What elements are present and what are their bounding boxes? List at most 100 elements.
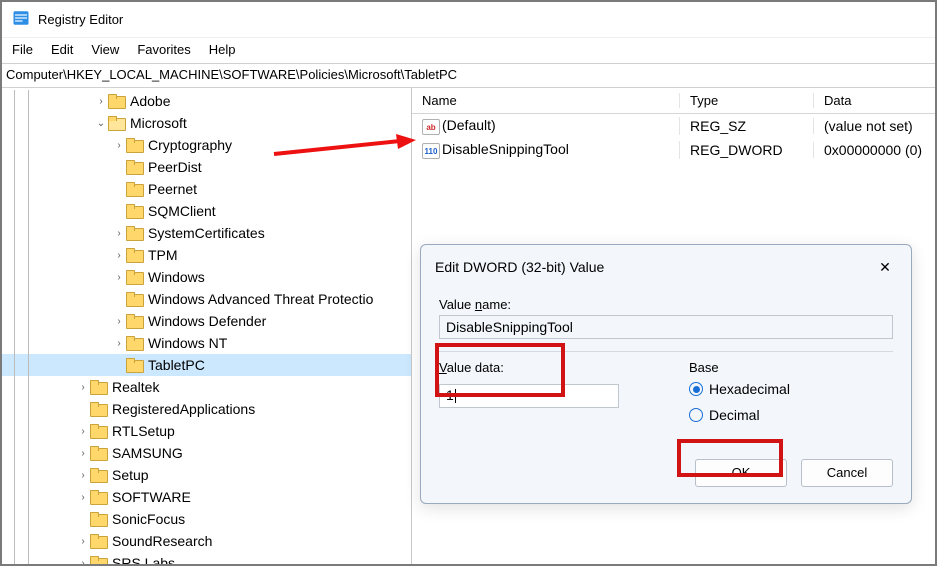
col-header-name[interactable]: Name bbox=[412, 93, 680, 108]
folder-icon bbox=[126, 204, 144, 218]
tree-item[interactable]: › SAMSUNG bbox=[2, 442, 411, 464]
tree-item[interactable]: ›Windows bbox=[2, 266, 411, 288]
tree-item-label: TPM bbox=[148, 247, 178, 263]
tree-item[interactable]: ⌄Microsoft bbox=[2, 112, 411, 134]
folder-icon bbox=[90, 512, 108, 526]
tree-item[interactable]: ›SRS Labs bbox=[2, 552, 411, 564]
folder-icon bbox=[126, 182, 144, 196]
folder-icon bbox=[90, 424, 108, 438]
titlebar: Registry Editor bbox=[2, 2, 935, 38]
radio-hexadecimal[interactable]: Hexadecimal bbox=[689, 381, 893, 397]
value-name-label: Value name: bbox=[439, 297, 893, 312]
tree-item-label: PeerDist bbox=[148, 159, 202, 175]
tree-item-label: Adobe bbox=[130, 93, 170, 109]
col-header-data[interactable]: Data bbox=[814, 93, 935, 108]
chevron-right-icon[interactable]: › bbox=[112, 272, 126, 283]
chevron-right-icon[interactable]: › bbox=[76, 448, 90, 459]
tree-item[interactable]: TabletPC bbox=[2, 354, 411, 376]
folder-icon bbox=[126, 160, 144, 174]
value-name-field[interactable] bbox=[439, 315, 893, 339]
tree-item-label: Realtek bbox=[112, 379, 159, 395]
col-header-type[interactable]: Type bbox=[680, 93, 814, 108]
value-data: 0x00000000 (0) bbox=[814, 142, 935, 158]
tree-item[interactable]: RegisteredApplications bbox=[2, 398, 411, 420]
folder-icon bbox=[90, 534, 108, 548]
tree-item-label: RegisteredApplications bbox=[112, 401, 255, 417]
chevron-down-icon[interactable]: ⌄ bbox=[94, 118, 108, 129]
addressbar[interactable]: Computer\HKEY_LOCAL_MACHINE\SOFTWARE\Pol… bbox=[2, 63, 935, 88]
folder-icon bbox=[90, 490, 108, 504]
tree-pane[interactable]: › Adobe ⌄Microsoft›Cryptography PeerDist Pee… bbox=[2, 88, 412, 564]
tree-item[interactable]: › Windows Defender bbox=[2, 310, 411, 332]
tree-item-label: SAMSUNG bbox=[112, 445, 183, 461]
addressbar-path: Computer\HKEY_LOCAL_MACHINE\SOFTWARE\Pol… bbox=[6, 67, 457, 82]
value-data-field[interactable]: 1 bbox=[439, 384, 619, 408]
chevron-right-icon[interactable]: › bbox=[112, 250, 126, 261]
edit-dword-dialog: Edit DWORD (32-bit) Value ✕ Value name: … bbox=[420, 244, 912, 504]
tree-item-label: RTLSetup bbox=[112, 423, 175, 439]
chevron-right-icon[interactable]: › bbox=[76, 558, 90, 565]
dword-value-icon: 110 bbox=[422, 143, 440, 159]
folder-icon bbox=[90, 402, 108, 416]
menu-help[interactable]: Help bbox=[209, 42, 236, 57]
tree-item-label: Setup bbox=[112, 467, 149, 483]
tree-item-label: Peernet bbox=[148, 181, 197, 197]
close-icon[interactable]: ✕ bbox=[873, 255, 897, 279]
folder-icon bbox=[90, 556, 108, 564]
tree-item[interactable]: ›Windows NT bbox=[2, 332, 411, 354]
dialog-title: Edit DWORD (32-bit) Value bbox=[435, 259, 604, 275]
tree-item[interactable]: SonicFocus bbox=[2, 508, 411, 530]
value-name: DisableSnippingTool bbox=[442, 141, 569, 157]
chevron-right-icon[interactable]: › bbox=[76, 426, 90, 437]
tree-item[interactable]: › SOFTWARE bbox=[2, 486, 411, 508]
tree-item-label: TabletPC bbox=[148, 357, 205, 373]
tree-item[interactable]: ›Cryptography bbox=[2, 134, 411, 156]
folder-icon bbox=[108, 94, 126, 108]
chevron-right-icon[interactable]: › bbox=[112, 228, 126, 239]
tree-item[interactable]: SQMClient bbox=[2, 200, 411, 222]
chevron-right-icon[interactable]: › bbox=[112, 316, 126, 327]
folder-icon bbox=[126, 226, 144, 240]
folder-icon bbox=[126, 314, 144, 328]
tree-item[interactable]: PeerDist bbox=[2, 156, 411, 178]
folder-icon bbox=[126, 138, 144, 152]
tree-item-label: SystemCertificates bbox=[148, 225, 265, 241]
menu-edit[interactable]: Edit bbox=[51, 42, 73, 57]
cancel-button[interactable]: Cancel bbox=[801, 459, 893, 487]
tree-item[interactable]: › Realtek bbox=[2, 376, 411, 398]
tree-item[interactable]: Peernet bbox=[2, 178, 411, 200]
chevron-right-icon[interactable]: › bbox=[76, 536, 90, 547]
menu-file[interactable]: File bbox=[12, 42, 33, 57]
chevron-right-icon[interactable]: › bbox=[94, 96, 108, 107]
folder-icon bbox=[126, 336, 144, 350]
chevron-right-icon[interactable]: › bbox=[76, 382, 90, 393]
tree-item[interactable]: › SystemCertificates bbox=[2, 222, 411, 244]
folder-icon bbox=[126, 270, 144, 284]
list-header: Name Type Data bbox=[412, 88, 935, 114]
value-row[interactable]: 110DisableSnippingToolREG_DWORD0x0000000… bbox=[412, 138, 935, 162]
folder-icon bbox=[108, 116, 126, 130]
tree-item[interactable]: › TPM bbox=[2, 244, 411, 266]
folder-icon bbox=[90, 468, 108, 482]
chevron-right-icon[interactable]: › bbox=[76, 492, 90, 503]
chevron-right-icon[interactable]: › bbox=[76, 470, 90, 481]
chevron-right-icon[interactable]: › bbox=[112, 140, 126, 151]
value-type: REG_SZ bbox=[680, 118, 814, 134]
menu-view[interactable]: View bbox=[91, 42, 119, 57]
tree-item[interactable]: › Setup bbox=[2, 464, 411, 486]
tree-item[interactable]: Windows Advanced Threat Protectio bbox=[2, 288, 411, 310]
chevron-right-icon[interactable]: › bbox=[112, 338, 126, 349]
window-title: Registry Editor bbox=[38, 12, 123, 27]
tree-item-label: SOFTWARE bbox=[112, 489, 191, 505]
tree-item-label: Windows Advanced Threat Protectio bbox=[148, 291, 373, 307]
folder-icon bbox=[90, 380, 108, 394]
menu-favorites[interactable]: Favorites bbox=[137, 42, 190, 57]
tree-item[interactable]: › Adobe bbox=[2, 90, 411, 112]
tree-item-label: Windows Defender bbox=[148, 313, 266, 329]
tree-item[interactable]: ›SoundResearch bbox=[2, 530, 411, 552]
radio-decimal[interactable]: Decimal bbox=[689, 407, 893, 423]
tree-item[interactable]: › RTLSetup bbox=[2, 420, 411, 442]
ok-button[interactable]: OK bbox=[695, 459, 787, 487]
value-row[interactable]: ab(Default)REG_SZ(value not set) bbox=[412, 114, 935, 138]
value-name: (Default) bbox=[442, 117, 496, 133]
